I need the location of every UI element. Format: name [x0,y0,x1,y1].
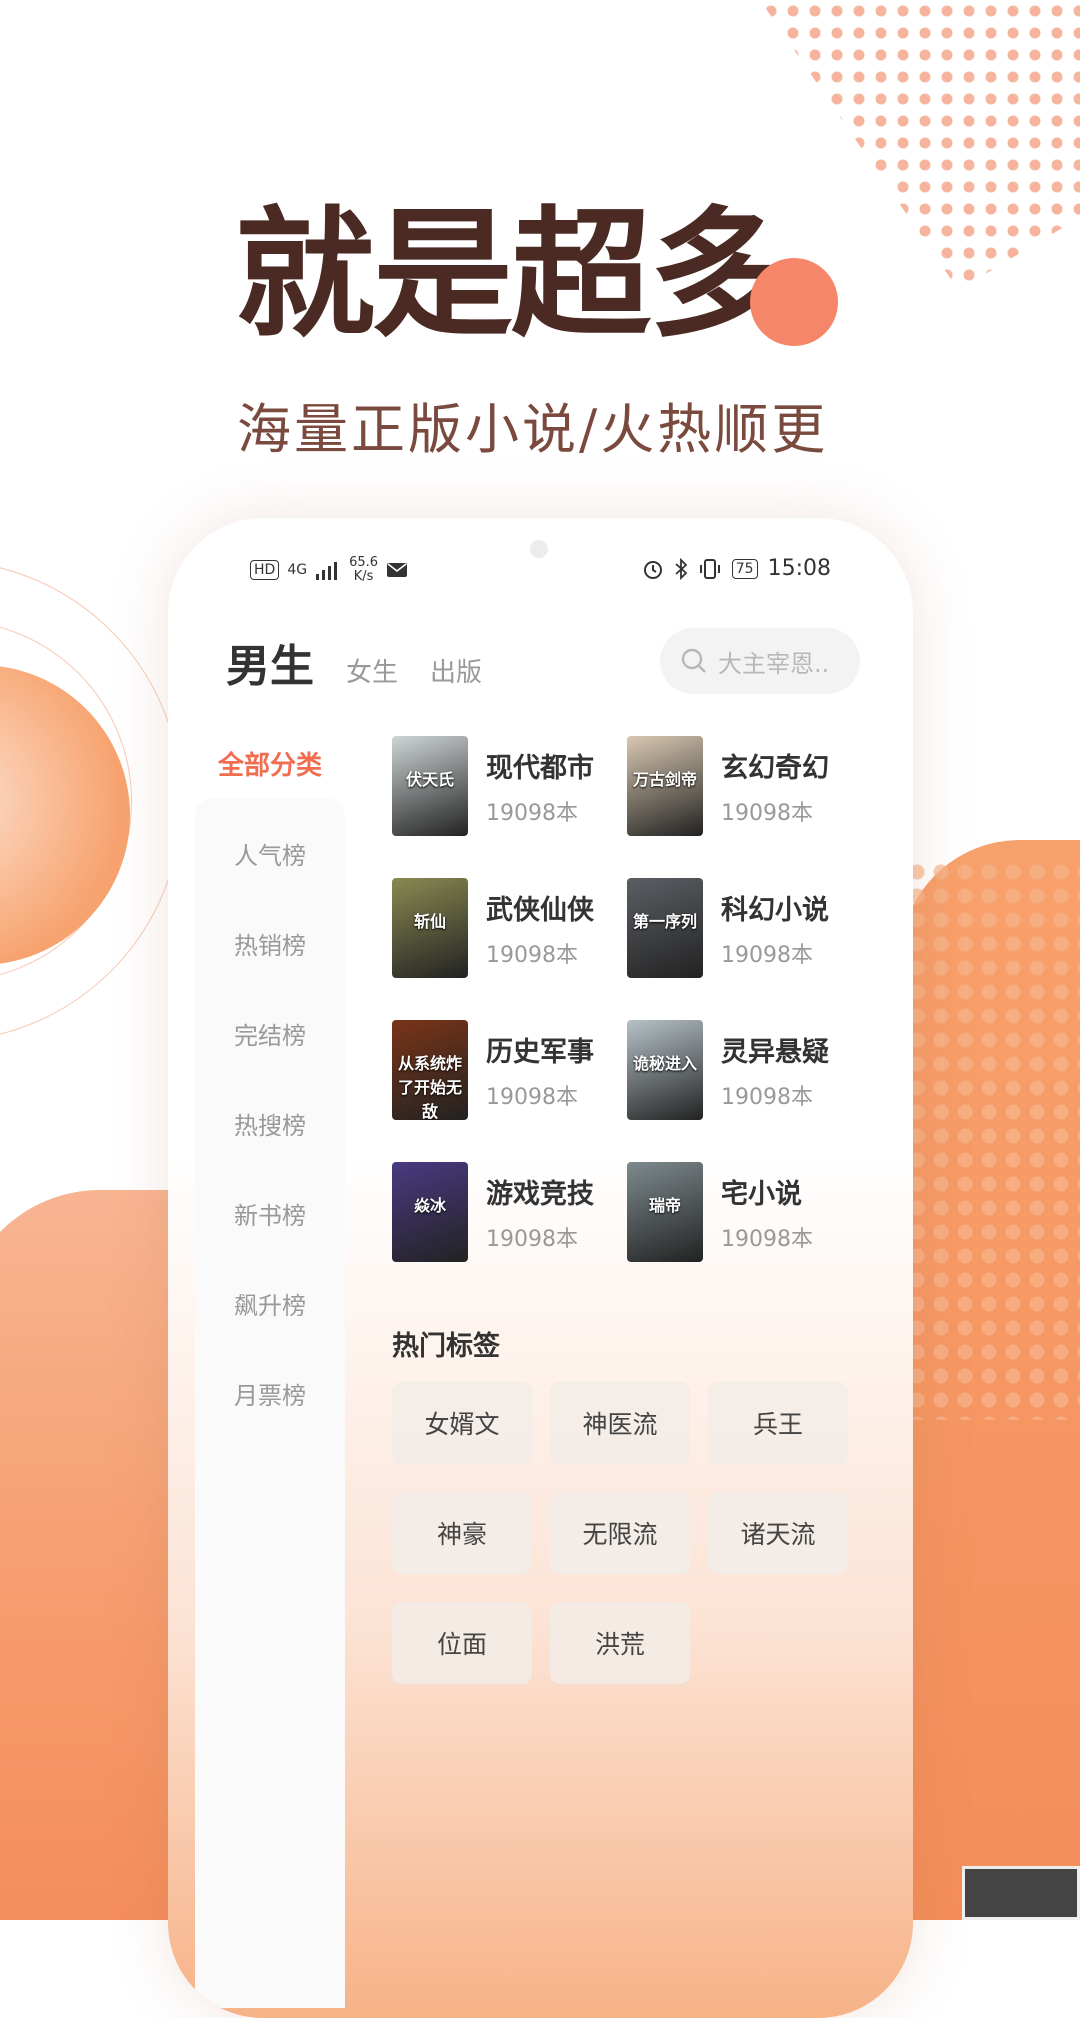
bluetooth-icon [675,557,688,580]
book-cover: 焱冰 [392,1162,468,1262]
sidebar-item-completed[interactable]: 完结榜 [195,988,345,1078]
status-bar: HD 4G 65.6 K/s 75 15:08 [168,556,913,596]
hot-tags: 女婿文 神医流 兵王 神豪 无限流 诸天流 位面 洪荒 [392,1382,852,1684]
sidebar-item-monthly[interactable]: 月票榜 [195,1348,345,1438]
clock: 15:08 [767,556,831,581]
sidebar-list: 人气榜 热销榜 完结榜 热搜榜 新书榜 飙升榜 月票榜 [195,798,345,2008]
book-cover: 第一序列 [627,878,703,978]
cover-title: 斩仙 [413,912,446,931]
category-count: 19098本 [486,1226,578,1252]
phone-mockup: HD 4G 65.6 K/s 75 15:08 男生 女生 出版 大主宰恩.. … [168,518,913,2018]
dot-pattern-right [905,860,1080,1420]
speed-unit: K/s [353,569,374,584]
category-item[interactable]: 伏天氏 现代都市 19098本 [392,736,627,836]
net-speed: 65.6 K/s [349,556,378,584]
category-item[interactable]: 从系统炸了开始无敌 历史军事 19098本 [392,1020,627,1120]
category-item[interactable]: 瑞帝 宅小说 19098本 [627,1162,862,1262]
category-count: 19098本 [721,800,813,826]
network-type: 4G [287,562,308,578]
signal-icon [316,562,338,580]
status-right: 75 15:08 [642,556,831,581]
category-name: 现代都市 [486,752,594,784]
category-item[interactable]: 焱冰 游戏竞技 19098本 [392,1162,627,1262]
category-sidebar: 全部分类 人气榜 热销榜 完结榜 热搜榜 新书榜 飙升榜 月票榜 [195,728,345,2008]
tag-chip[interactable]: 诸天流 [708,1492,848,1574]
tag-chip[interactable]: 兵王 [708,1382,848,1464]
cover-title: 焱冰 [413,1196,446,1215]
subheadline: 海量正版小说/火热顺更 [237,398,829,461]
search-placeholder: 大主宰恩.. [718,649,830,678]
category-name: 历史军事 [486,1036,594,1068]
category-name: 科幻小说 [721,894,829,926]
speed-value: 65.6 [349,555,379,570]
category-count: 19098本 [486,942,578,968]
category-item[interactable]: 诡秘进入 灵异悬疑 19098本 [627,1020,862,1120]
category-item[interactable]: 万古剑帝 玄幻奇幻 19098本 [627,736,862,836]
tag-chip[interactable]: 无限流 [550,1492,690,1574]
tag-chip[interactable]: 位面 [392,1602,532,1684]
mail-icon [387,563,408,577]
search-icon [681,648,706,673]
category-name: 玄幻奇幻 [721,752,829,784]
vibrate-icon [699,558,720,579]
book-cover: 万古剑帝 [627,736,703,836]
tab-publish[interactable]: 出版 [430,652,482,689]
category-name: 武侠仙侠 [486,894,594,926]
cover-title: 从系统炸了开始无敌 [397,1054,462,1120]
sidebar-item-popular[interactable]: 人气榜 [195,808,345,898]
search-input[interactable]: 大主宰恩.. [660,628,860,694]
book-cover: 诡秘进入 [627,1020,703,1120]
cover-title: 万古剑帝 [632,770,697,789]
cover-title: 诡秘进入 [632,1054,697,1073]
tag-chip[interactable]: 女婿文 [392,1382,532,1464]
book-cover: 瑞帝 [627,1162,703,1262]
gender-tabs: 男生 女生 出版 [226,630,482,694]
category-item[interactable]: 第一序列 科幻小说 19098本 [627,878,862,978]
category-grid: 伏天氏 现代都市 19098本 万古剑帝 玄幻奇幻 19098本 斩仙 武侠仙侠… [392,736,862,1262]
category-count: 19098本 [721,1084,813,1110]
corner-thumbnail [962,1866,1080,1920]
tag-chip[interactable]: 洪荒 [550,1602,690,1684]
category-name: 灵异悬疑 [721,1036,829,1068]
battery-icon: 75 [731,558,758,579]
tab-male[interactable]: 男生 [226,630,314,694]
status-left: HD 4G 65.6 K/s [250,556,408,584]
category-count: 19098本 [486,800,578,826]
sidebar-item-new-books[interactable]: 新书榜 [195,1168,345,1258]
hot-tags-title: 热门标签 [392,1331,500,1362]
category-name: 宅小说 [721,1178,802,1210]
category-name: 游戏竞技 [486,1178,594,1210]
book-cover: 伏天氏 [392,736,468,836]
headline: 就是超多 [235,193,789,357]
cover-title: 第一序列 [632,912,697,931]
sidebar-item-bestseller[interactable]: 热销榜 [195,898,345,988]
tag-chip[interactable]: 神医流 [550,1382,690,1464]
category-item[interactable]: 斩仙 武侠仙侠 19098本 [392,878,627,978]
cover-title: 伏天氏 [405,770,454,789]
hd-badge: HD [250,560,280,580]
tab-female[interactable]: 女生 [346,652,398,689]
category-count: 19098本 [721,942,813,968]
tag-chip[interactable]: 神豪 [392,1492,532,1574]
alarm-icon [643,560,662,579]
category-count: 19098本 [721,1226,813,1252]
book-cover: 从系统炸了开始无敌 [392,1020,468,1120]
dot-pattern-top-right [760,0,1080,290]
category-count: 19098本 [486,1084,578,1110]
sidebar-item-all[interactable]: 全部分类 [195,728,345,798]
decor-red-circle [750,258,838,346]
sidebar-item-hot-search[interactable]: 热搜榜 [195,1078,345,1168]
cover-title: 瑞帝 [648,1196,681,1215]
book-cover: 斩仙 [392,878,468,978]
sidebar-item-rising[interactable]: 飙升榜 [195,1258,345,1348]
